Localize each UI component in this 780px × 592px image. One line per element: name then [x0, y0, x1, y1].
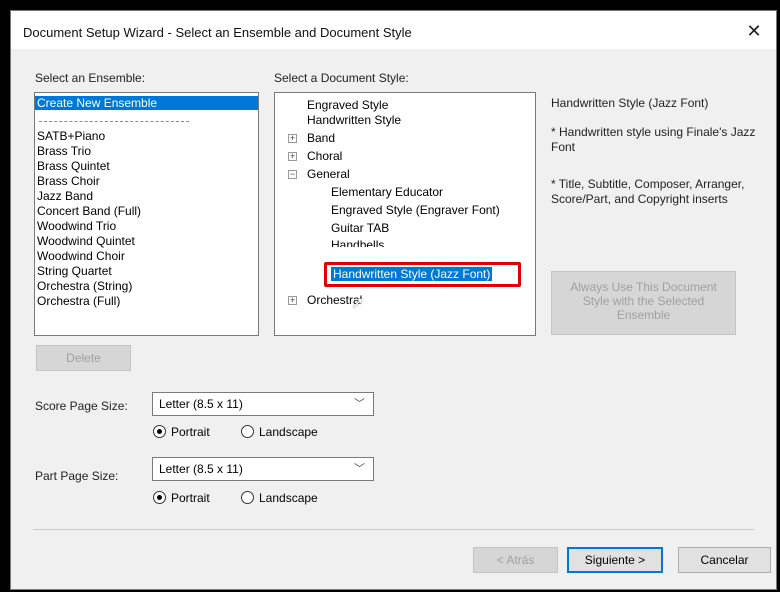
document-setup-wizard-dialog: Document Setup Wizard - Select an Ensemb… [10, 10, 777, 590]
tree-item-elementary-educator[interactable]: Elementary Educator [331, 185, 443, 199]
tree-item-engraved-style-engraver-font[interactable]: Engraved Style (Engraver Font) [331, 203, 500, 217]
list-item[interactable]: Brass Trio [35, 144, 258, 158]
list-item[interactable]: Jazz Band [35, 189, 258, 203]
score-page-size-select[interactable]: Letter (8.5 x 11) ﹀ [152, 392, 374, 416]
part-portrait-radio[interactable] [153, 491, 166, 504]
title-bar: Document Setup Wizard - Select an Ensemb… [11, 11, 776, 49]
list-item[interactable]: Brass Choir [35, 174, 258, 188]
part-landscape-label: Landscape [259, 491, 318, 505]
cancel-button[interactable]: Cancelar [678, 547, 771, 573]
chevron-down-icon: ﹀ [354, 398, 365, 410]
list-item-create-new-ensemble[interactable]: Create New Ensemble [35, 96, 258, 110]
score-portrait-radio[interactable] [153, 425, 166, 438]
part-page-size-label: Part Page Size: [35, 469, 119, 483]
style-description-line1: * Handwritten style using Finale's Jazz … [551, 125, 756, 154]
expand-plus-icon[interactable]: + [288, 134, 297, 143]
chevron-down-icon: ﹀ [354, 463, 365, 475]
back-button[interactable]: < Atrás [473, 547, 558, 573]
list-item[interactable]: Woodwind Quintet [35, 234, 258, 248]
list-separator [39, 121, 189, 122]
score-page-size-value: Letter (8.5 x 11) [159, 397, 243, 411]
list-item[interactable]: Woodwind Trio [35, 219, 258, 233]
list-item[interactable]: Orchestra (Full) [35, 294, 258, 308]
list-item[interactable]: Concert Band (Full) [35, 204, 258, 218]
close-icon[interactable]: ✕ [738, 17, 770, 45]
tree-item-engraved-style[interactable]: Engraved Style [307, 98, 388, 112]
expand-plus-icon[interactable]: + [288, 296, 297, 305]
document-style-label: Select a Document Style: [274, 71, 409, 85]
mouse-cursor-icon: ➚ [351, 295, 365, 312]
score-portrait-label: Portrait [171, 425, 210, 439]
score-page-size-label: Score Page Size: [35, 399, 128, 413]
window-title: Document Setup Wizard - Select an Ensemb… [23, 25, 412, 40]
style-description-line2: * Title, Subtitle, Composer, Arranger, S… [551, 177, 745, 206]
tree-item-handwritten-style-jazz-font[interactable]: Handwritten Style (Jazz Font) [331, 267, 493, 281]
part-landscape-radio[interactable] [241, 491, 254, 504]
list-item[interactable]: Brass Quintet [35, 159, 258, 173]
part-page-size-value: Letter (8.5 x 11) [159, 462, 243, 476]
expand-plus-icon[interactable]: + [288, 152, 297, 161]
part-page-size-select[interactable]: Letter (8.5 x 11) ﹀ [152, 457, 374, 481]
score-landscape-label: Landscape [259, 425, 318, 439]
next-button[interactable]: Siguiente > [567, 547, 663, 573]
style-description-title: Handwritten Style (Jazz Font) [551, 96, 709, 110]
ensemble-label: Select an Ensemble: [35, 71, 146, 85]
always-use-style-button[interactable]: Always Use This Document Style with the … [551, 271, 736, 335]
ensemble-listbox[interactable]: Create New Ensemble SATB+Piano Brass Tri… [34, 92, 259, 336]
part-portrait-label: Portrait [171, 491, 210, 505]
list-item[interactable]: Woodwind Choir [35, 249, 258, 263]
delete-button[interactable]: Delete [36, 345, 131, 371]
tree-item-guitar-tab[interactable]: Guitar TAB [331, 221, 389, 235]
tree-item-handwritten-style[interactable]: Handwritten Style [307, 113, 401, 127]
list-item[interactable]: Orchestra (String) [35, 279, 258, 293]
collapse-minus-icon[interactable]: − [288, 170, 297, 179]
tree-item-band[interactable]: Band [307, 131, 335, 145]
tree-item-choral[interactable]: Choral [307, 149, 342, 163]
tree-item-general[interactable]: General [307, 167, 350, 181]
tree-item-handbells[interactable]: Handbells [331, 238, 384, 247]
list-item[interactable]: String Quartet [35, 264, 258, 278]
document-style-tree[interactable]: Engraved Style Handwritten Style + Band … [274, 92, 536, 336]
score-landscape-radio[interactable] [241, 425, 254, 438]
list-item[interactable]: SATB+Piano [35, 129, 258, 143]
selected-tree-label: Handwritten Style (Jazz Font) [331, 267, 493, 281]
footer-divider [33, 529, 754, 530]
